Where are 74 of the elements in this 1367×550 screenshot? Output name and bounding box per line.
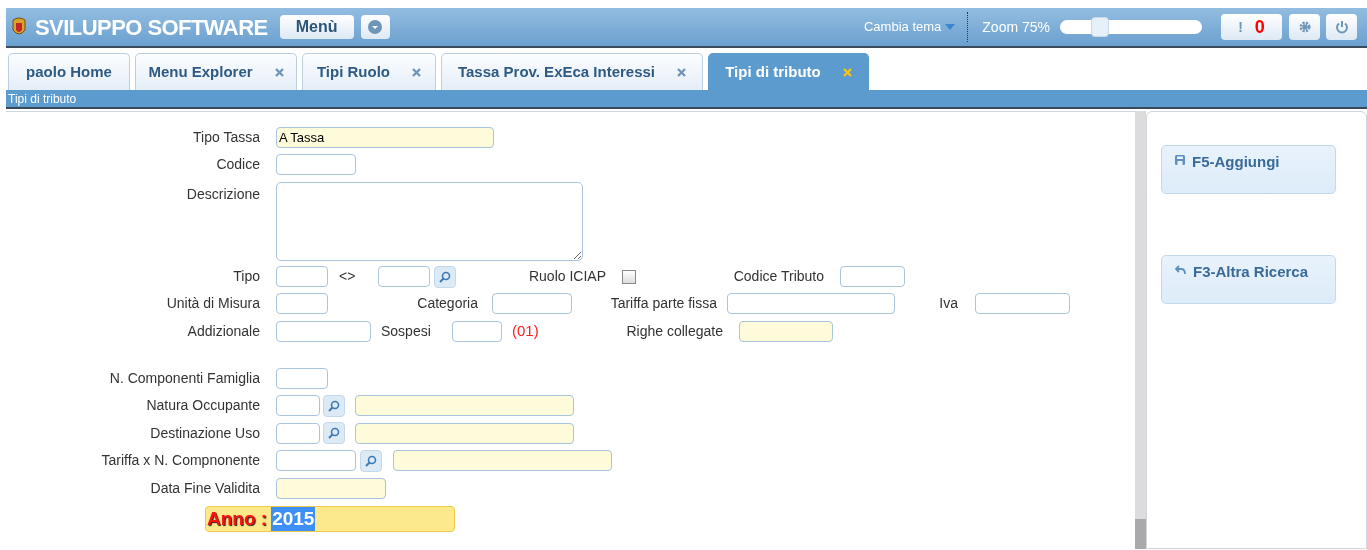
menu-button[interactable]: Menù [279, 15, 354, 39]
field-label: <> [339, 267, 357, 286]
input-field[interactable] [739, 320, 833, 342]
field-label: Tipo Tassa [192, 128, 260, 147]
input-field[interactable] [276, 395, 320, 417]
field-label: Ruolo ICIAP [527, 267, 606, 286]
field-label: Iva [938, 294, 958, 313]
caret-icon [945, 24, 956, 30]
undo-arrow-icon [1175, 265, 1186, 275]
input-field[interactable] [276, 422, 320, 444]
field-label: N. Componenti Famiglia [108, 369, 260, 388]
input-field[interactable] [492, 293, 572, 314]
input-field[interactable] [378, 266, 430, 287]
scrollbar[interactable] [1135, 111, 1146, 549]
lookup-button[interactable] [323, 422, 345, 445]
settings-button[interactable] [1289, 14, 1320, 40]
field-label: Categoria [416, 294, 478, 313]
field-label: Addizionale [186, 321, 260, 341]
crest-icon [11, 16, 27, 38]
power-button[interactable] [1326, 14, 1357, 40]
action-button[interactable]: F3-Altra Ricerca [1161, 255, 1336, 304]
input-field[interactable] [276, 293, 328, 314]
chevron-down-icon [368, 20, 383, 34]
field-label: Destinazione Uso [149, 423, 260, 443]
input-field[interactable] [276, 266, 328, 287]
tab[interactable]: Tassa Prov. ExEca Interessi [441, 53, 703, 90]
code-note: (01) [512, 320, 540, 341]
slider-thumb[interactable] [1090, 17, 1109, 37]
search-icon [328, 399, 340, 412]
floppy-icon [1175, 155, 1185, 165]
zoom-label: Zoom 75% [982, 17, 1050, 37]
field-label: Tariffa parte fissa [609, 294, 717, 313]
field-label: Data Fine Validita [149, 478, 260, 498]
field-label: Tariffa x N. Compnonente [100, 451, 260, 471]
breadcrumb: Tipi di tributo [7, 90, 77, 108]
field-label: Righe collegate [625, 321, 723, 341]
field-label: Unità di Misura [165, 294, 260, 313]
input-field[interactable] [276, 153, 356, 175]
power-icon [1334, 20, 1349, 34]
field-label: Descrizione [185, 185, 260, 204]
alerts-button[interactable]: ! 0 [1221, 14, 1282, 40]
input-field[interactable] [276, 477, 386, 499]
tab[interactable]: paolo Home [8, 53, 130, 90]
field-label: Tipo [232, 267, 260, 286]
checkbox[interactable] [622, 269, 636, 284]
field-label: Sospesi [381, 321, 432, 341]
dropdown-button[interactable] [360, 15, 390, 39]
input-field[interactable] [393, 450, 612, 472]
settings-icon [1298, 21, 1311, 33]
input-field[interactable]: A Tassa [276, 127, 494, 148]
input-field[interactable] [276, 368, 328, 389]
lookup-button[interactable] [434, 265, 456, 288]
lookup-button[interactable] [323, 394, 345, 417]
input-field[interactable] [975, 293, 1070, 314]
input-field[interactable] [452, 320, 502, 342]
action-button[interactable]: F5-Aggiungi [1161, 145, 1336, 194]
lookup-button[interactable] [360, 449, 382, 472]
field-label: Natura Occupante [145, 396, 260, 416]
search-icon [328, 427, 340, 440]
input-field[interactable] [355, 395, 574, 417]
input-field[interactable] [276, 320, 371, 342]
tab[interactable]: Tipi Ruolo [302, 53, 436, 90]
field-label: Codice [215, 154, 260, 174]
tab[interactable]: Menu Explorer [135, 53, 297, 90]
zoom-slider[interactable] [1060, 20, 1202, 34]
search-icon [365, 454, 377, 467]
field-label: Codice Tributo [732, 267, 824, 286]
input-field[interactable] [840, 266, 905, 287]
input-field[interactable] [355, 422, 574, 444]
app-title: SVILUPPO SOFTWARE [35, 13, 268, 42]
input-field[interactable] [276, 450, 356, 472]
scroll-thumb[interactable] [1135, 519, 1146, 549]
search-icon [439, 270, 451, 283]
input-field[interactable] [727, 293, 895, 314]
